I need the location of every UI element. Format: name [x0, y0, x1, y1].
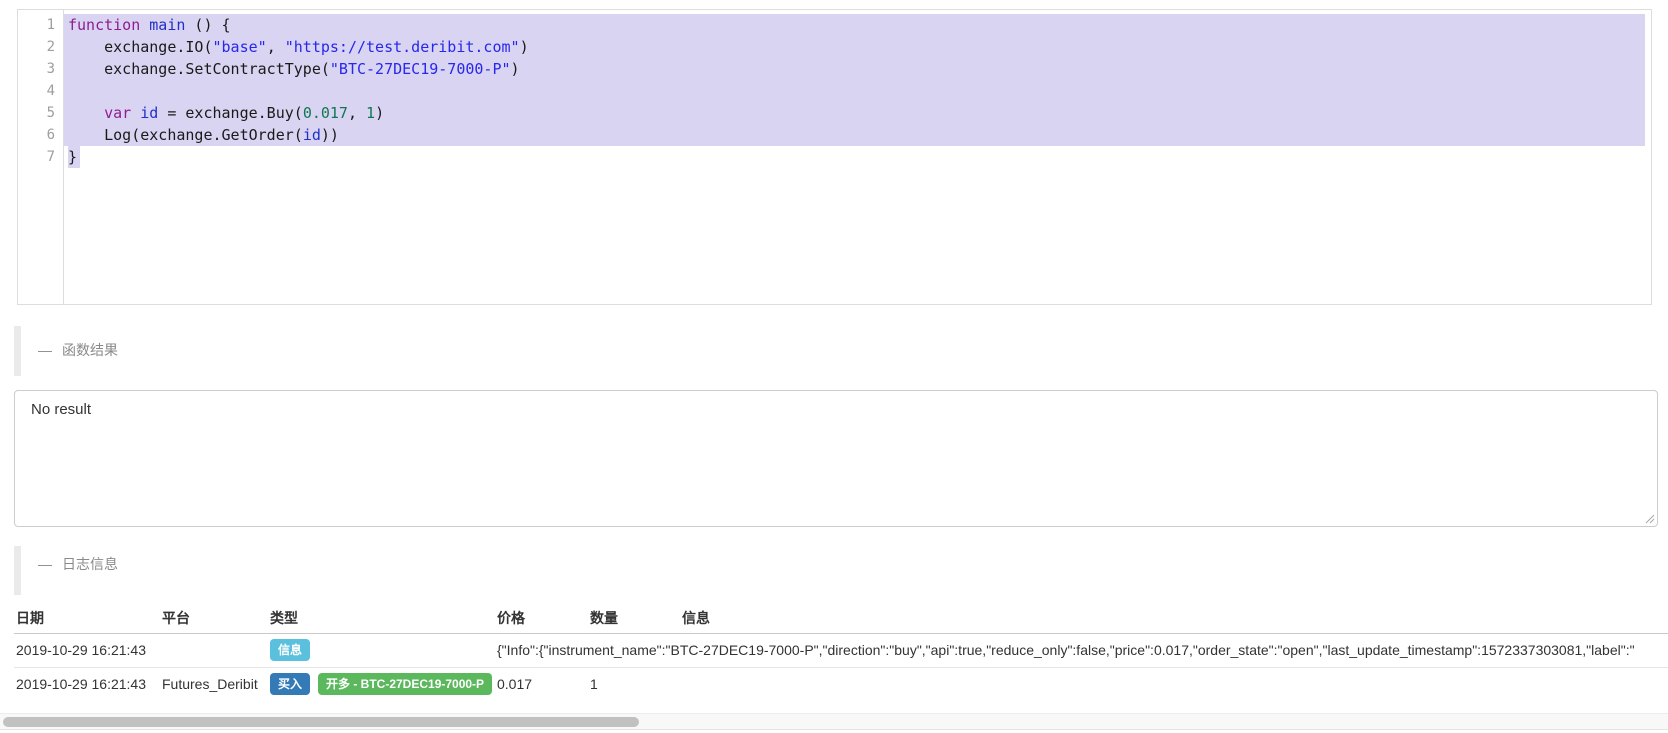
status-badge: 开多 - BTC-27DEC19-7000-P: [318, 673, 493, 695]
code-token: ): [375, 104, 385, 122]
code-token: () {: [185, 16, 231, 34]
code-token: }: [68, 148, 78, 166]
log-price: 0.017: [495, 667, 588, 701]
line-number: 5: [46, 105, 55, 121]
log-message: [680, 667, 1668, 701]
line-number: 1: [46, 17, 55, 33]
code-token: ,: [266, 38, 285, 56]
code-token: exchange.SetContractType(: [68, 60, 330, 78]
line-number: 7: [46, 149, 55, 165]
code-line[interactable]: Log(exchange.GetOrder(id)): [64, 124, 1645, 146]
resize-grip-icon[interactable]: [1644, 513, 1655, 524]
code-token: "https://test.deribit.com": [284, 38, 520, 56]
code-token: ,: [347, 104, 367, 122]
code-token: var: [104, 104, 132, 122]
line-number: 2: [46, 39, 55, 55]
log-date: 2019-10-29 16:21:43: [14, 667, 160, 701]
section-title-function-result: 函数结果: [62, 342, 118, 358]
section-title-log-info: 日志信息: [62, 556, 118, 572]
code-line[interactable]: }: [64, 146, 1645, 168]
status-badge: 买入: [270, 673, 311, 695]
log-platform: Futures_Deribit: [160, 667, 268, 701]
column-header: 平台: [160, 604, 268, 634]
code-token: function: [68, 16, 141, 34]
column-header: 信息: [680, 604, 1668, 634]
horizontal-scrollbar-track[interactable]: [0, 713, 1668, 730]
log-message: {"Info":{"instrument_name":"BTC-27DEC19-…: [495, 633, 1668, 668]
line-number: 6: [46, 127, 55, 143]
selected-text: }: [68, 146, 81, 168]
line-number-gutter: 1 2 3 4 5 6 7: [18, 10, 64, 304]
log-date: 2019-10-29 16:21:43: [14, 633, 160, 668]
log-row: 2019-10-29 16:21:43 Futures_Deribit 买入 开多 -…: [14, 667, 1668, 701]
log-quantity: 1: [588, 667, 680, 701]
log-row: 2019-10-29 16:21:43 信息 {"Info":{"instrumen…: [14, 633, 1668, 668]
code-token: ): [510, 60, 520, 78]
section-bar-function-result: [14, 326, 21, 376]
collapse-toggle-icon[interactable]: —: [38, 342, 52, 358]
collapse-toggle-icon[interactable]: —: [38, 556, 52, 572]
code-token: = exchange.Buy(: [158, 104, 303, 122]
line-number: 3: [46, 61, 55, 77]
code-token: Log(exchange.GetOrder(: [68, 126, 303, 144]
column-header: 类型: [268, 604, 495, 634]
code-line[interactable]: function main () {: [64, 14, 1645, 36]
code-token: id: [302, 126, 321, 144]
column-header: 价格: [495, 604, 588, 634]
log-platform: [160, 633, 268, 668]
code-line[interactable]: exchange.IO("base", "https://test.deribi…: [64, 36, 1645, 58]
code-token: ): [519, 38, 529, 56]
code-token: exchange.IO(: [68, 38, 213, 56]
line-number: 4: [46, 83, 55, 99]
log-type: 买入 开多 - BTC-27DEC19-7000-P: [268, 667, 495, 701]
log-table-container: 日期 平台 类型 价格 数量 信息 2019-10-29 16:21:43 信息 {"Info…: [14, 604, 1668, 701]
status-badge: 信息: [270, 639, 311, 661]
code-line[interactable]: var id = exchange.Buy(0.017, 1): [64, 102, 1645, 124]
code-token: 0.017: [302, 104, 348, 122]
horizontal-scrollbar-thumb[interactable]: [3, 717, 639, 727]
column-header: 日期: [14, 604, 160, 634]
code-token: 1: [366, 104, 376, 122]
code-token: )): [320, 126, 339, 144]
code-token: main: [149, 16, 186, 34]
code-token: "base": [212, 38, 267, 56]
section-header-function-result: — 函数结果: [38, 340, 118, 360]
log-table: 日期 平台 类型 价格 数量 信息 2019-10-29 16:21:43 信息 {"Info…: [14, 604, 1668, 701]
section-header-log-info: — 日志信息: [38, 554, 118, 574]
function-result-output[interactable]: No result: [14, 390, 1658, 527]
code-token: "BTC-27DEC19-7000-P": [329, 60, 511, 78]
code-editor[interactable]: 1234567 function main () { exchange.IO("…: [17, 9, 1652, 305]
column-header: 数量: [588, 604, 680, 634]
code-area[interactable]: function main () { exchange.IO("base", "…: [64, 10, 1651, 304]
section-bar-log-info: [14, 546, 21, 595]
log-table-header-row: 日期 平台 类型 价格 数量 信息: [14, 604, 1668, 634]
code-line[interactable]: exchange.SetContractType("BTC-27DEC19-70…: [64, 58, 1645, 80]
code-line[interactable]: [64, 80, 1645, 102]
code-token: id: [140, 104, 159, 122]
log-type: 信息: [268, 633, 495, 668]
